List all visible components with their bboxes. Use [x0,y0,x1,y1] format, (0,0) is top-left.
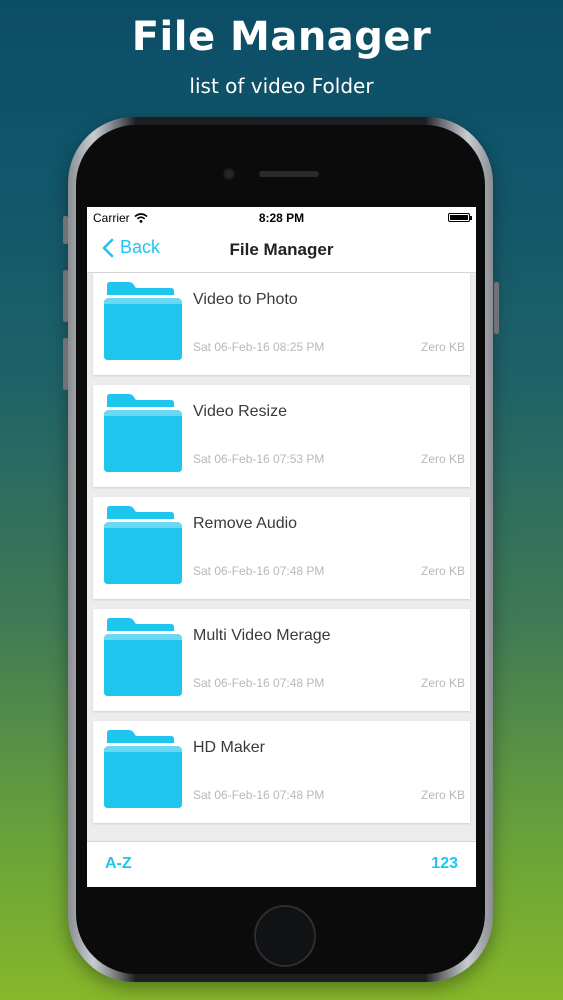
folder-icon [104,618,182,696]
power-button [494,282,499,334]
folder-name: Remove Audio [193,515,298,532]
nav-title: File Manager [229,240,334,259]
folder-icon [104,394,182,472]
folder-name: Video to Photo [193,291,298,308]
folder-date: Sat 06-Feb-16 07:48 PM [193,564,325,578]
folder-size: Zero KB [420,676,465,690]
sort-alphabetical-button[interactable]: A-Z [105,855,132,873]
earpiece-speaker [259,171,319,177]
battery-fill [450,215,468,220]
phone-screen: Carrier 8:28 PM Back File Manager Video … [87,207,476,887]
front-camera [223,168,235,180]
status-bar: Carrier 8:28 PM [87,207,476,227]
mute-switch [63,216,68,244]
folder-date: Sat 06-Feb-16 07:48 PM [193,676,325,690]
folder-row[interactable]: Video to Photo Sat 06-Feb-16 08:25 PM Ze… [93,273,470,375]
bottom-toolbar: A-Z 123 [87,841,476,887]
folder-size: Zero KB [420,788,465,802]
promo-subtitle: list of video Folder [189,74,374,98]
folder-name: HD Maker [193,739,266,756]
folder-date: Sat 06-Feb-16 08:25 PM [193,340,325,354]
sort-numeric-button[interactable]: 123 [431,855,458,873]
folder-row[interactable]: HD Maker Sat 06-Feb-16 07:48 PM Zero KB [93,721,470,823]
folder-date: Sat 06-Feb-16 07:53 PM [193,452,325,466]
folder-row[interactable]: Multi Video Merage Sat 06-Feb-16 07:48 P… [93,609,470,711]
promo-title: File Manager [131,14,432,60]
folder-row[interactable]: Video Resize Sat 06-Feb-16 07:53 PM Zero… [93,385,470,487]
folder-icon [104,282,182,360]
status-time: 8:28 PM [258,211,305,225]
folder-size: Zero KB [420,452,465,466]
folder-date: Sat 06-Feb-16 07:48 PM [193,788,325,802]
volume-up-button [63,270,68,322]
folder-icon [104,730,182,808]
folder-row[interactable]: Remove Audio Sat 06-Feb-16 07:48 PM Zero… [93,497,470,599]
folder-name: Multi Video Merage [193,627,331,644]
folder-name: Video Resize [193,403,287,420]
volume-down-button [63,338,68,390]
battery-icon [448,213,472,222]
folder-size: Zero KB [420,564,465,578]
folder-list: Video to Photo Sat 06-Feb-16 08:25 PM Ze… [93,273,470,833]
navigation-bar: Back File Manager [87,227,476,273]
folder-icon [104,506,182,584]
home-button[interactable] [254,905,316,967]
folder-size: Zero KB [420,340,465,354]
